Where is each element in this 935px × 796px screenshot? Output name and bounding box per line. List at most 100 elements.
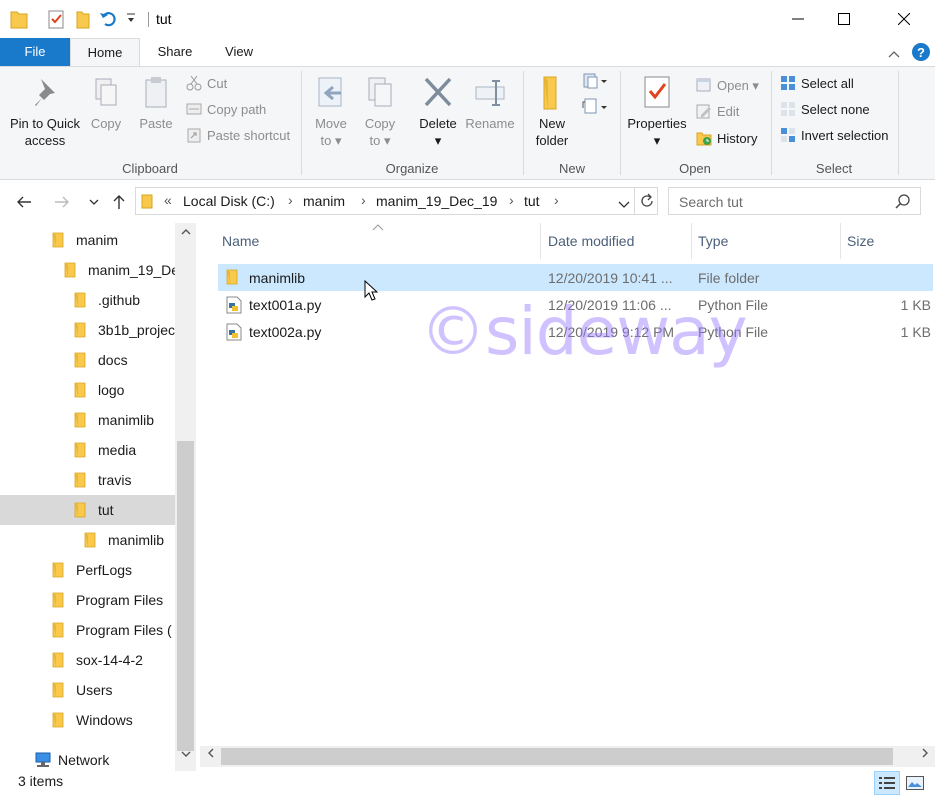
invert-selection-button[interactable]: Invert selection xyxy=(780,125,888,147)
copy-to-label-1: Copy xyxy=(364,116,396,131)
open-icon xyxy=(696,77,712,93)
nav-tree-item[interactable]: travis xyxy=(0,465,175,495)
undo-icon[interactable] xyxy=(99,9,119,32)
move-to-button[interactable]: Move to ▾ xyxy=(308,75,354,149)
search-box[interactable]: Search tut xyxy=(668,187,921,215)
recent-locations-button[interactable] xyxy=(82,191,106,213)
chevron-right-icon[interactable]: › xyxy=(361,192,366,208)
nav-tree-item[interactable]: 3b1b_projec xyxy=(0,315,175,345)
forward-button[interactable] xyxy=(50,191,74,213)
nav-tree-item[interactable]: Users xyxy=(0,675,175,705)
address-divider xyxy=(634,188,635,214)
forward-arrow-icon xyxy=(55,196,69,208)
nav-tree-item[interactable]: .github xyxy=(0,285,175,315)
copy-button[interactable]: Copy xyxy=(86,75,126,132)
nav-tree-item[interactable]: docs xyxy=(0,345,175,375)
paste-button[interactable]: Paste xyxy=(134,75,178,132)
rename-button[interactable]: Rename xyxy=(464,75,516,132)
maximize-button[interactable] xyxy=(821,0,867,38)
tab-file[interactable]: File xyxy=(0,38,70,66)
file-list-horizontal-scrollbar[interactable] xyxy=(200,746,935,767)
delete-button[interactable]: Delete ▾ xyxy=(414,75,462,149)
file-name: manimlib xyxy=(249,270,306,286)
paste-shortcut-button[interactable]: Paste shortcut xyxy=(186,125,290,147)
minimize-button[interactable] xyxy=(775,0,821,38)
nav-scrollbar-thumb[interactable] xyxy=(177,441,194,751)
scroll-left-icon[interactable] xyxy=(202,748,219,761)
history-button[interactable]: History xyxy=(696,128,757,150)
large-icons-view-button[interactable] xyxy=(902,771,928,795)
nav-vertical-scrollbar[interactable] xyxy=(175,223,196,771)
nav-item-label: Program Files xyxy=(76,592,164,608)
nav-tree-item[interactable]: manimlib xyxy=(0,405,175,435)
collapse-ribbon-icon[interactable] xyxy=(888,46,900,61)
address-overflow[interactable]: « xyxy=(164,192,172,208)
properties-icon[interactable] xyxy=(48,9,64,32)
nav-tree-item[interactable]: logo xyxy=(0,375,175,405)
scroll-right-icon[interactable] xyxy=(916,748,933,761)
nav-tree-item[interactable]: Program Files xyxy=(0,585,175,615)
customize-toolbar-icon[interactable] xyxy=(126,12,136,29)
nav-tree-item[interactable]: sox-14-4-2 xyxy=(0,645,175,675)
nav-tree-item[interactable]: tut xyxy=(0,495,175,525)
breadcrumb-tut[interactable]: tut xyxy=(524,193,540,209)
pin-to-quick-access-button[interactable]: Pin to Quick access xyxy=(4,75,86,149)
column-header-name[interactable]: Name xyxy=(216,223,541,259)
scroll-down-icon[interactable] xyxy=(175,749,196,766)
properties-label: Properties xyxy=(627,116,687,131)
nav-item-label: PerfLogs xyxy=(76,562,133,578)
cut-label: Cut xyxy=(207,76,228,91)
new-folder-button[interactable]: New folder xyxy=(530,75,574,149)
open-button[interactable]: Open ▾ xyxy=(696,75,759,97)
close-button[interactable] xyxy=(881,0,927,38)
select-none-button[interactable]: Select none xyxy=(780,99,870,121)
details-view-button[interactable] xyxy=(874,771,900,795)
folder-icon xyxy=(52,592,64,611)
column-header-date-modified[interactable]: Date modified xyxy=(542,223,692,259)
back-button[interactable] xyxy=(12,191,36,213)
cut-button[interactable]: Cut xyxy=(186,73,227,95)
tab-share[interactable]: Share xyxy=(142,38,208,66)
new-folder-quick-icon[interactable] xyxy=(76,9,90,32)
nav-tree-item[interactable]: PerfLogs xyxy=(0,555,175,585)
tab-home[interactable]: Home xyxy=(70,38,140,67)
search-icon[interactable] xyxy=(895,194,911,213)
chevron-right-icon[interactable]: › xyxy=(554,192,559,208)
select-all-button[interactable]: Select all xyxy=(780,73,854,95)
up-button[interactable] xyxy=(107,191,131,213)
edit-button[interactable]: Edit xyxy=(696,101,739,123)
file-type: File folder xyxy=(698,270,760,286)
breadcrumb-local-disk[interactable]: Local Disk (C:) xyxy=(183,193,275,209)
nav-tree-item[interactable]: manim_19_De xyxy=(0,255,175,285)
copy-path-button[interactable]: Copy path xyxy=(186,99,266,121)
horizontal-scrollbar-thumb[interactable] xyxy=(221,748,893,765)
nav-tree-item[interactable]: media xyxy=(0,435,175,465)
scroll-up-icon[interactable] xyxy=(175,227,196,244)
pin-icon xyxy=(35,79,55,106)
refresh-icon[interactable] xyxy=(639,193,655,212)
new-item-button[interactable] xyxy=(582,71,610,93)
easy-access-button[interactable] xyxy=(582,97,610,119)
help-icon[interactable]: ? xyxy=(911,42,931,65)
chevron-right-icon[interactable]: › xyxy=(509,192,514,208)
address-bar[interactable]: « Local Disk (C:) › manim › manim_19_Dec… xyxy=(135,187,658,215)
move-to-label-1: Move xyxy=(315,116,347,131)
nav-tree-item[interactable]: Windows xyxy=(0,705,175,735)
copy-to-icon xyxy=(368,77,392,107)
properties-button[interactable]: Properties ▾ xyxy=(624,75,690,149)
nav-tree-item[interactable]: manim xyxy=(0,225,175,255)
ribbon-tabs: File Home Share View ? xyxy=(0,38,935,67)
tab-view[interactable]: View xyxy=(208,38,270,66)
chevron-right-icon[interactable]: › xyxy=(288,192,293,208)
address-dropdown-icon[interactable] xyxy=(618,197,630,212)
nav-tree-item[interactable]: Program Files ( xyxy=(0,615,175,645)
nav-tree-item[interactable]: manimlib xyxy=(0,525,175,555)
column-header-type[interactable]: Type xyxy=(692,223,841,259)
history-icon xyxy=(696,130,712,146)
copy-to-button[interactable]: Copy to ▾ xyxy=(358,75,402,149)
breadcrumb-manim[interactable]: manim xyxy=(303,193,345,209)
group-separator xyxy=(898,71,899,175)
column-header-size[interactable]: Size xyxy=(841,223,935,259)
file-row[interactable]: manimlib 12/20/2019 10:41 ... File folder xyxy=(218,264,933,291)
breadcrumb-manim-19-dec-19[interactable]: manim_19_Dec_19 xyxy=(376,193,497,209)
